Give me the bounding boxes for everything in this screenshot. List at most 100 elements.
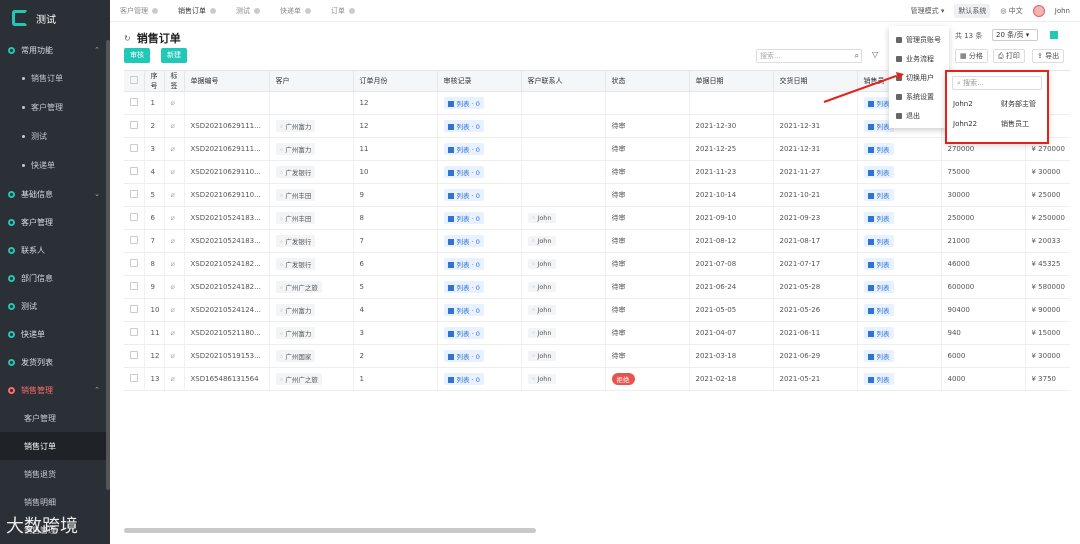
paperclip-icon[interactable]: ⌀ — [171, 306, 175, 314]
select-all-checkbox[interactable] — [130, 76, 138, 84]
sales-list-tag[interactable]: 列表 — [863, 166, 894, 178]
sidebar-group[interactable]: 测试 — [0, 292, 110, 320]
audit-list-tag[interactable]: 列表 · 0 — [443, 350, 484, 362]
paperclip-icon[interactable]: ⌀ — [171, 191, 175, 199]
contact-tag[interactable]: John — [527, 259, 556, 269]
sales-list-tag[interactable]: 列表 — [863, 350, 894, 362]
search-icon[interactable]: ⌕ — [855, 50, 859, 62]
search-input[interactable]: 搜索... ⌕ — [756, 49, 862, 63]
sidebar-item[interactable]: 客户管理 — [0, 404, 110, 432]
sales-list-tag[interactable]: 列表 — [863, 143, 894, 155]
sidebar-group[interactable]: 部门信息 — [0, 264, 110, 292]
sidebar-item[interactable]: 测试 — [0, 122, 110, 151]
customer-tag[interactable]: 广州丰田 — [275, 189, 316, 201]
paperclip-icon[interactable]: ⌀ — [171, 168, 175, 176]
order-code[interactable]: XSD20210524183... — [184, 229, 270, 253]
contact-tag[interactable]: John — [527, 351, 556, 361]
sidebar-item[interactable]: 销售订单 — [0, 64, 110, 93]
column-header[interactable]: 序号 — [144, 71, 165, 92]
order-code[interactable]: XSD20210521180... — [184, 321, 270, 345]
paperclip-icon[interactable]: ⌀ — [171, 122, 175, 130]
row-checkbox[interactable] — [130, 167, 138, 175]
audit-list-tag[interactable]: 列表 · 0 — [443, 258, 484, 270]
table-row[interactable]: 12 ⌀ XSD20210519153... 广州国家 2 列表 · 0 John 待审 202… — [124, 344, 1070, 368]
audit-list-tag[interactable]: 列表 · 0 — [443, 97, 484, 109]
table-horizontal-scrollbar[interactable] — [124, 528, 536, 533]
paperclip-icon[interactable]: ⌀ — [171, 283, 175, 291]
row-checkbox[interactable] — [130, 190, 138, 198]
sales-list-tag[interactable]: 列表 — [863, 189, 894, 201]
paperclip-icon[interactable]: ⌀ — [171, 375, 175, 383]
audit-list-tag[interactable]: 列表 · 0 — [443, 212, 484, 224]
order-code[interactable]: XSD20210524182... — [184, 275, 270, 299]
customer-tag[interactable]: 广发银行 — [275, 235, 316, 247]
tab-3[interactable]: 快递单 — [270, 0, 321, 22]
filter-icon[interactable]: ▽ — [872, 50, 878, 59]
tab-4[interactable]: 订单 — [321, 0, 365, 22]
order-code[interactable]: XSD20210524183... — [184, 206, 270, 230]
audit-list-tag[interactable]: 列表 · 0 — [443, 304, 484, 316]
customer-tag[interactable]: 广州国家 — [275, 350, 316, 362]
row-checkbox[interactable] — [130, 213, 138, 221]
audit-list-tag[interactable]: 列表 · 0 — [443, 120, 484, 132]
sales-list-tag[interactable]: 列表 — [863, 235, 894, 247]
table-row[interactable]: 13 ⌀ XSD165486131564 广州广之旅 1 列表 · 0 John 拒绝 2021… — [124, 367, 1070, 391]
audit-list-tag[interactable]: 列表 · 0 — [443, 281, 484, 293]
order-code[interactable]: XSD165486131564 — [184, 367, 270, 391]
table-row[interactable]: 7 ⌀ XSD20210524183... 广发银行 7 列表 · 0 John 待审 2021… — [124, 229, 1070, 253]
customer-tag[interactable]: 广发银行 — [275, 166, 316, 178]
order-code[interactable] — [184, 91, 270, 115]
contact-tag[interactable]: John — [527, 282, 556, 292]
order-code[interactable]: XSD20210629110... — [184, 183, 270, 207]
row-checkbox[interactable] — [130, 374, 138, 382]
customer-tag[interactable]: 广州富力 — [275, 304, 316, 316]
row-checkbox[interactable] — [130, 144, 138, 152]
menu-item-1[interactable]: 业务流程 — [889, 49, 949, 68]
row-checkbox[interactable] — [130, 328, 138, 336]
table-row[interactable]: 11 ⌀ XSD20210521180... 广州富力 3 列表 · 0 John 待审 202… — [124, 321, 1070, 345]
close-icon[interactable] — [349, 7, 355, 14]
customer-tag[interactable]: 广州广之旅 — [275, 281, 322, 293]
column-header[interactable]: 单据编号 — [184, 71, 270, 92]
close-icon[interactable] — [254, 7, 260, 14]
sidebar-scrollbar[interactable] — [106, 40, 110, 490]
audit-list-tag[interactable]: 列表 · 0 — [443, 143, 484, 155]
table-row[interactable]: 10 ⌀ XSD20210524124... 广州富力 4 列表 · 0 John 待审 202… — [124, 298, 1070, 322]
sidebar-item[interactable]: 销售订单 — [0, 432, 110, 460]
audit-list-tag[interactable]: 列表 · 0 — [443, 373, 484, 385]
sidebar-item[interactable]: 快递单 — [0, 151, 110, 180]
sidebar-item[interactable]: 客户管理 — [0, 93, 110, 122]
customer-tag[interactable]: 广州富力 — [275, 120, 316, 132]
table-row[interactable]: 9 ⌀ XSD20210524182... 广州广之旅 5 列表 · 0 John 待审 202… — [124, 275, 1070, 299]
close-icon[interactable] — [210, 7, 216, 14]
column-header[interactable]: 审核记录 — [437, 71, 522, 92]
app-logo[interactable]: 测试 — [0, 0, 110, 36]
customer-tag[interactable]: 广发银行 — [275, 258, 316, 270]
user-name[interactable]: John — [1055, 7, 1070, 15]
switch-user-option[interactable]: John2 财务部主管 — [947, 94, 1047, 114]
order-code[interactable]: XSD20210519153... — [184, 344, 270, 368]
switch-user-option[interactable]: John22 销售员工 — [947, 114, 1047, 134]
audit-button[interactable]: 审核 — [124, 48, 150, 63]
order-code[interactable]: XSD20210629111... — [184, 137, 270, 161]
paperclip-icon[interactable]: ⌀ — [171, 352, 175, 360]
table-row[interactable]: 4 ⌀ XSD20210629110... 广发银行 10 列表 · 0 待审 2021-11… — [124, 160, 1070, 184]
row-checkbox[interactable] — [130, 236, 138, 244]
sidebar-group[interactable]: 联系人 — [0, 236, 110, 264]
user-avatar[interactable] — [1032, 5, 1045, 17]
sidebar-group[interactable]: 快递单 — [0, 320, 110, 348]
paperclip-icon[interactable]: ⌀ — [171, 99, 175, 107]
language-switch[interactable]: ◎ 中文 — [1000, 6, 1022, 16]
paperclip-icon[interactable]: ⌀ — [171, 260, 175, 268]
contact-tag[interactable]: John — [527, 213, 556, 223]
sidebar-group[interactable]: 发货列表 — [0, 348, 110, 376]
audit-list-tag[interactable]: 列表 · 0 — [443, 189, 484, 201]
tab-0[interactable]: 客户管理 — [110, 0, 168, 22]
sidebar-group[interactable]: 客户管理 — [0, 208, 110, 236]
sales-list-tag[interactable]: 列表 — [863, 258, 894, 270]
row-checkbox[interactable] — [130, 121, 138, 129]
sales-list-tag[interactable]: 列表 — [863, 327, 894, 339]
table-row[interactable]: 6 ⌀ XSD20210524183... 广州丰田 8 列表 · 0 John 待审 2021… — [124, 206, 1070, 230]
paperclip-icon[interactable]: ⌀ — [171, 145, 175, 153]
grid-settings-icon[interactable] — [1050, 31, 1058, 39]
